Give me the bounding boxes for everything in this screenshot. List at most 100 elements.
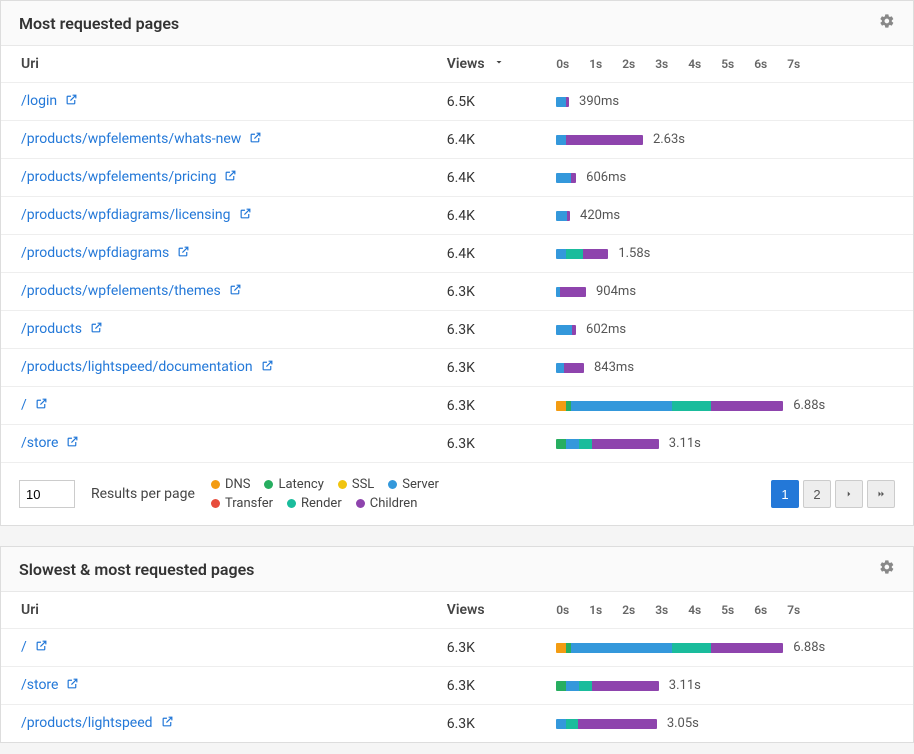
results-per-page-input[interactable] [19, 480, 75, 508]
uri-link[interactable]: /store [21, 677, 58, 693]
external-link-icon[interactable] [239, 207, 252, 224]
page-next-button[interactable] [835, 480, 863, 508]
panel-slowest-most-requested: Slowest & most requested pages Uri Views… [0, 546, 914, 743]
timing-segment-children [592, 681, 658, 691]
chevron-down-icon [493, 56, 505, 72]
table-row: /products/wpfelements/whats-new 6.4K 2.63s [1, 121, 913, 159]
table-row: / 6.3K 6.88s [1, 387, 913, 425]
uri-link[interactable]: / [21, 397, 27, 413]
views-cell: 6.4K [439, 197, 548, 235]
legend: DNS Latency SSL Server Transfer Render Childre… [211, 477, 511, 511]
legend-item-dns[interactable]: DNS [211, 477, 251, 492]
timing-segment-latency [556, 439, 566, 449]
timing-bar: 3.11s [556, 436, 905, 451]
uri-link[interactable]: /products/lightspeed [21, 715, 153, 731]
timing-bar: 6.88s [556, 640, 905, 655]
uri-link[interactable]: /products/wpfdiagrams [21, 245, 169, 261]
table-row: /products/wpfdiagrams6.4K1.58s [1, 235, 913, 273]
legend-item-render[interactable]: Render [287, 496, 342, 511]
uri-link[interactable]: /store [21, 435, 58, 451]
external-link-icon[interactable] [229, 283, 242, 300]
col-header-views[interactable]: Views [439, 46, 548, 83]
table-row: /products/lightspeed/documentation6.3K84… [1, 349, 913, 387]
views-cell: 6.3K [439, 629, 548, 667]
uri-link[interactable]: /login [21, 93, 57, 109]
uri-link[interactable]: /products/wpfdiagrams/licensing [21, 207, 231, 223]
external-link-icon[interactable] [261, 359, 274, 376]
timing-bar: 606ms [556, 170, 905, 185]
panel-title: Most requested pages [19, 14, 179, 33]
timeline-scale: 0s1s2s3s4s5s6s7s [556, 603, 820, 617]
views-cell: 6.3K [439, 667, 548, 705]
legend-dot-icon [356, 499, 365, 508]
timing-label: 6.88s [793, 398, 825, 413]
external-link-icon[interactable] [224, 169, 237, 186]
timing-segment-server [556, 249, 566, 259]
external-link-icon[interactable] [177, 245, 190, 262]
uri-link[interactable]: /products/lightspeed/documentation [21, 359, 253, 375]
legend-item-children[interactable]: Children [356, 496, 418, 511]
page-button-2[interactable]: 2 [803, 480, 831, 508]
timeline-tick: 1s [589, 603, 622, 617]
timing-segment-dns [556, 401, 566, 411]
gear-icon[interactable] [879, 559, 895, 579]
page-last-button[interactable] [867, 480, 895, 508]
views-cell: 6.3K [439, 387, 548, 425]
external-link-icon[interactable] [66, 677, 79, 694]
legend-dot-icon [287, 499, 296, 508]
gear-icon[interactable] [879, 13, 895, 33]
external-link-icon[interactable] [35, 397, 48, 414]
legend-item-latency[interactable]: Latency [264, 477, 323, 492]
uri-link[interactable]: /products [21, 321, 82, 337]
uri-link[interactable]: /products/wpfelements/themes [21, 283, 221, 299]
table-row: / 6.3K 6.88s [1, 629, 913, 667]
panel-title: Slowest & most requested pages [19, 560, 254, 579]
timing-label: 390ms [579, 94, 619, 109]
col-header-views[interactable]: Views [439, 592, 548, 629]
legend-item-server[interactable]: Server [388, 477, 439, 492]
timing-segment-children [711, 643, 783, 653]
timing-segment-server [556, 135, 566, 145]
col-header-timeline: 0s1s2s3s4s5s6s7s [548, 46, 913, 83]
uri-link[interactable]: /products/wpfelements/whats-new [21, 131, 241, 147]
uri-link[interactable]: / [21, 639, 27, 655]
external-link-icon[interactable] [249, 131, 262, 148]
external-link-icon[interactable] [66, 435, 79, 452]
views-cell: 6.4K [439, 121, 548, 159]
views-cell: 6.4K [439, 159, 548, 197]
timing-label: 6.88s [793, 640, 825, 655]
legend-item-ssl[interactable]: SSL [338, 477, 374, 492]
timeline-tick: 5s [721, 603, 754, 617]
col-header-uri[interactable]: Uri [1, 46, 439, 83]
col-header-uri[interactable]: Uri [1, 592, 439, 629]
external-link-icon[interactable] [161, 715, 174, 732]
external-link-icon[interactable] [90, 321, 103, 338]
timing-label: 2.63s [653, 132, 685, 147]
timing-bar: 6.88s [556, 398, 905, 413]
panel-footer: Results per page DNSLatencySSLServerTran… [1, 462, 913, 525]
timeline-tick: 6s [754, 603, 787, 617]
views-cell: 6.3K [439, 705, 548, 743]
timing-segment-render [672, 643, 712, 653]
external-link-icon[interactable] [65, 93, 78, 110]
timing-segment-server [571, 401, 672, 411]
external-link-icon[interactable] [35, 639, 48, 656]
timing-label: 606ms [586, 170, 626, 185]
timing-label: 420ms [580, 208, 620, 223]
timeline-tick: 7s [787, 57, 820, 71]
col-header-timeline: 0s1s2s3s4s5s6s7s [548, 592, 913, 629]
timing-segment-render [579, 681, 592, 691]
views-cell: 6.3K [439, 349, 548, 387]
timing-label: 3.11s [669, 436, 701, 451]
uri-link[interactable]: /products/wpfelements/pricing [21, 169, 216, 185]
legend-item-transfer[interactable]: Transfer [211, 496, 273, 511]
panel-header: Most requested pages [1, 1, 913, 46]
timing-segment-render [566, 249, 583, 259]
timing-segment-server [556, 211, 567, 221]
timing-segment-children [566, 135, 643, 145]
panel-most-requested: Most requested pages Uri Views 0s1s2s3s4… [0, 0, 914, 526]
timing-segment-server [556, 719, 566, 729]
timing-label: 904ms [596, 284, 636, 299]
page-button-1[interactable]: 1 [771, 480, 799, 508]
views-cell: 6.5K [439, 83, 548, 121]
